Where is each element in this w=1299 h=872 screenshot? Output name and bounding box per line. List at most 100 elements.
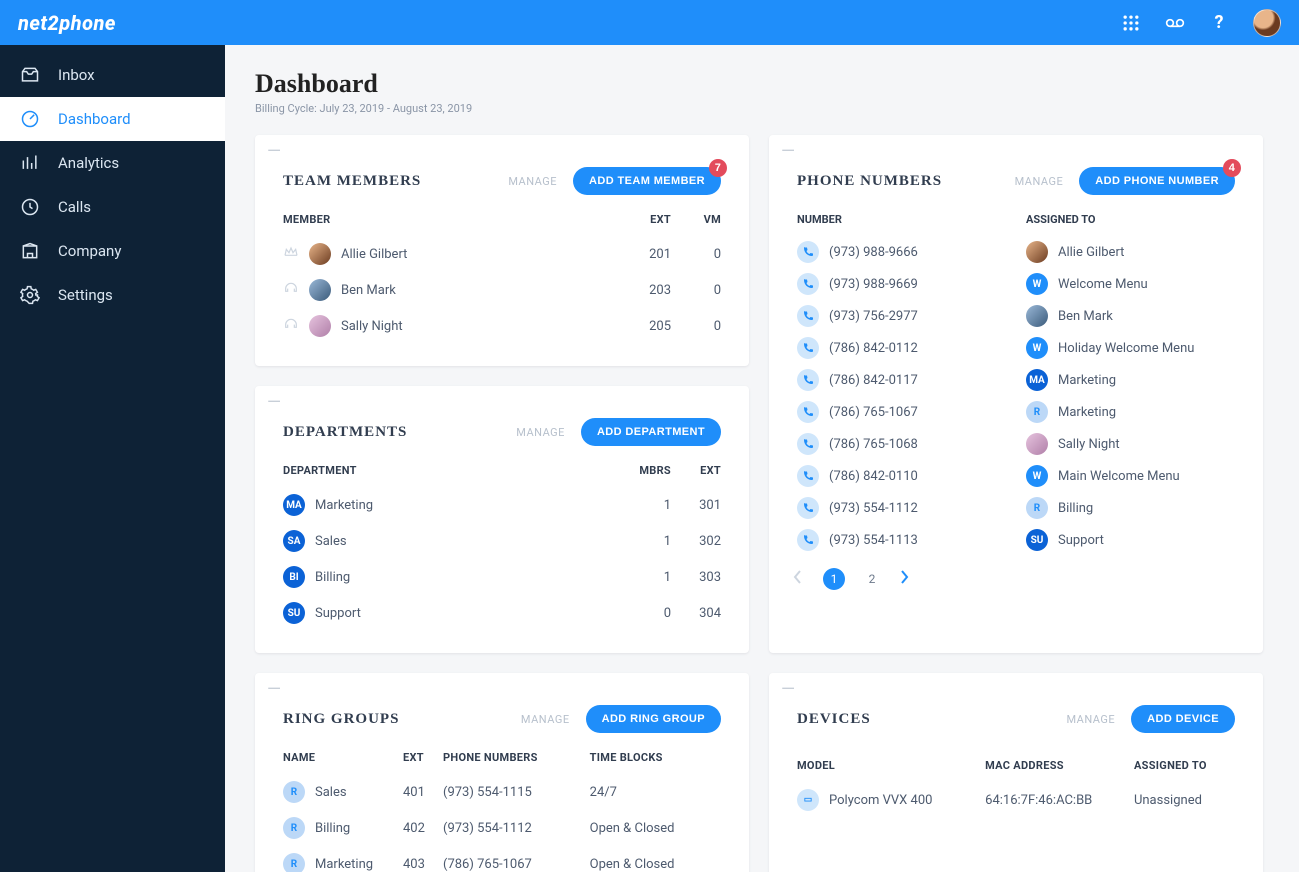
- member-ext: 205: [613, 308, 671, 344]
- assigned-row[interactable]: RBilling: [1026, 492, 1235, 524]
- topbar: net2phone ?: [0, 0, 1299, 45]
- chart-icon: [20, 153, 40, 173]
- phone-number: (973) 756-2977: [829, 309, 918, 324]
- assigned-row[interactable]: Ben Mark: [1026, 300, 1235, 332]
- dept-ext: 302: [671, 523, 721, 559]
- dept-name: Billing: [315, 570, 350, 585]
- table-row[interactable]: Ben Mark 203 0: [283, 272, 721, 308]
- table-row[interactable]: R Marketing 403 (786) 765-1067 Open & Cl…: [283, 846, 721, 872]
- dept-chip: SU: [283, 602, 305, 624]
- avatar: [1026, 305, 1048, 327]
- billing-cycle: Billing Cycle: July 23, 2019 - August 23…: [255, 102, 1269, 115]
- phone-number-row[interactable]: (786) 842-0117: [797, 364, 1006, 396]
- main-content: Dashboard Billing Cycle: July 23, 2019 -…: [225, 45, 1299, 872]
- phone-number-row[interactable]: (973) 554-1113: [797, 524, 1006, 556]
- avatar: [1026, 241, 1048, 263]
- sidebar-item-label: Inbox: [58, 66, 95, 84]
- sidebar-item-inbox[interactable]: Inbox: [0, 53, 225, 97]
- current-user-avatar[interactable]: [1253, 9, 1281, 37]
- clock-phone-icon: [20, 197, 40, 217]
- sidebar-item-settings[interactable]: Settings: [0, 273, 225, 317]
- avatar: [309, 279, 331, 301]
- add-team-member-button[interactable]: ADD TEAM MEMBER 7: [573, 167, 721, 195]
- collapse-icon[interactable]: —: [267, 685, 705, 695]
- table-row[interactable]: Allie Gilbert 201 0: [283, 236, 721, 272]
- col-mbrs: MBRS: [570, 464, 671, 487]
- assigned-row[interactable]: MAMarketing: [1026, 364, 1235, 396]
- table-row[interactable]: Sally Night 205 0: [283, 308, 721, 344]
- phone-number-row[interactable]: (973) 988-9669: [797, 268, 1006, 300]
- dialpad-icon[interactable]: [1121, 13, 1141, 33]
- assigned-row[interactable]: SUSupport: [1026, 524, 1235, 556]
- table-row[interactable]: BI Billing 1 303: [283, 559, 721, 595]
- phone-number: (786) 842-0117: [829, 373, 918, 388]
- help-icon[interactable]: ?: [1209, 13, 1229, 33]
- col-number: NUMBER: [797, 213, 1006, 236]
- avatar: [1026, 433, 1048, 455]
- assigned-row[interactable]: WHoliday Welcome Menu: [1026, 332, 1235, 364]
- table-row[interactable]: R Sales 401 (973) 554-1115 24/7: [283, 774, 721, 810]
- device-model: Polycom VVX 400: [829, 793, 932, 808]
- add-department-button[interactable]: ADD DEPARTMENT: [581, 418, 721, 446]
- manage-link[interactable]: MANAGE: [508, 175, 557, 188]
- col-time: TIME BLOCKS: [590, 751, 721, 774]
- table-row[interactable]: SU Support 0 304: [283, 595, 721, 631]
- phone-number-row[interactable]: (786) 765-1068: [797, 428, 1006, 460]
- assigned-row[interactable]: RMarketing: [1026, 396, 1235, 428]
- ring-chip: R: [283, 781, 305, 803]
- table-row[interactable]: SA Sales 1 302: [283, 523, 721, 559]
- add-device-button[interactable]: ADD DEVICE: [1131, 705, 1235, 733]
- assigned-row[interactable]: Allie Gilbert: [1026, 236, 1235, 268]
- sidebar-item-company[interactable]: Company: [0, 229, 225, 273]
- table-row[interactable]: ▭ Polycom VVX 400 64:16:7F:46:AC:BB Unas…: [797, 782, 1235, 818]
- sidebar-item-analytics[interactable]: Analytics: [0, 141, 225, 185]
- assigned-chip: SU: [1026, 529, 1048, 551]
- collapse-icon[interactable]: —: [267, 147, 705, 157]
- manage-link[interactable]: MANAGE: [521, 713, 570, 726]
- pagination: 1 2: [793, 568, 1235, 590]
- team-table: MEMBER EXT VM Allie Gilbert 201 0 Ben Ma…: [283, 213, 721, 344]
- collapse-icon[interactable]: —: [781, 147, 1219, 157]
- phone-number-row[interactable]: (786) 765-1067: [797, 396, 1006, 428]
- dept-mbrs: 1: [570, 523, 671, 559]
- assigned-row[interactable]: Sally Night: [1026, 428, 1235, 460]
- ring-ext: 403: [403, 846, 443, 872]
- col-assigned: ASSIGNED TO: [1134, 759, 1235, 782]
- voicemail-icon[interactable]: [1165, 13, 1185, 33]
- ring-time[interactable]: Open & Closed: [590, 846, 721, 872]
- phone-number-row[interactable]: (973) 554-1112: [797, 492, 1006, 524]
- assigned-row[interactable]: WMain Welcome Menu: [1026, 460, 1235, 492]
- table-row[interactable]: R Billing 402 (973) 554-1112 Open & Clos…: [283, 810, 721, 846]
- ring-time[interactable]: 24/7: [590, 774, 721, 810]
- ring-time[interactable]: Open & Closed: [590, 810, 721, 846]
- phone-icon: [797, 305, 819, 327]
- phone-number: (973) 554-1113: [829, 533, 918, 548]
- manage-link[interactable]: MANAGE: [516, 426, 565, 439]
- assigned-chip: W: [1026, 273, 1048, 295]
- phone-icon: [797, 433, 819, 455]
- pager-prev[interactable]: [793, 569, 807, 589]
- card-phone-numbers: — PHONE NUMBERS MANAGE ADD PHONE NUMBER …: [769, 135, 1263, 653]
- assigned-name: Holiday Welcome Menu: [1058, 341, 1194, 356]
- phone-number-row[interactable]: (786) 842-0110: [797, 460, 1006, 492]
- manage-link[interactable]: MANAGE: [1015, 175, 1064, 188]
- sidebar-item-dashboard[interactable]: Dashboard: [0, 97, 225, 141]
- phone-number-row[interactable]: (973) 988-9666: [797, 236, 1006, 268]
- table-row[interactable]: MA Marketing 1 301: [283, 487, 721, 523]
- pager-next[interactable]: [899, 569, 913, 589]
- phone-icon: [797, 241, 819, 263]
- manage-link[interactable]: MANAGE: [1066, 713, 1115, 726]
- sidebar-item-calls[interactable]: Calls: [0, 185, 225, 229]
- dept-name: Support: [315, 606, 361, 621]
- assigned-row[interactable]: WWelcome Menu: [1026, 268, 1235, 300]
- pager-page-2[interactable]: 2: [861, 568, 883, 590]
- pager-page-1[interactable]: 1: [823, 568, 845, 590]
- collapse-icon[interactable]: —: [781, 685, 1219, 695]
- phone-number-row[interactable]: (973) 756-2977: [797, 300, 1006, 332]
- sidebar-item-label: Dashboard: [58, 110, 131, 128]
- add-ring-group-button[interactable]: ADD RING GROUP: [586, 705, 721, 733]
- add-phone-number-button[interactable]: ADD PHONE NUMBER 4: [1079, 167, 1235, 195]
- phone-number-row[interactable]: (786) 842-0112: [797, 332, 1006, 364]
- collapse-icon[interactable]: —: [267, 398, 705, 408]
- billing-prefix: Billing Cycle:: [255, 102, 320, 115]
